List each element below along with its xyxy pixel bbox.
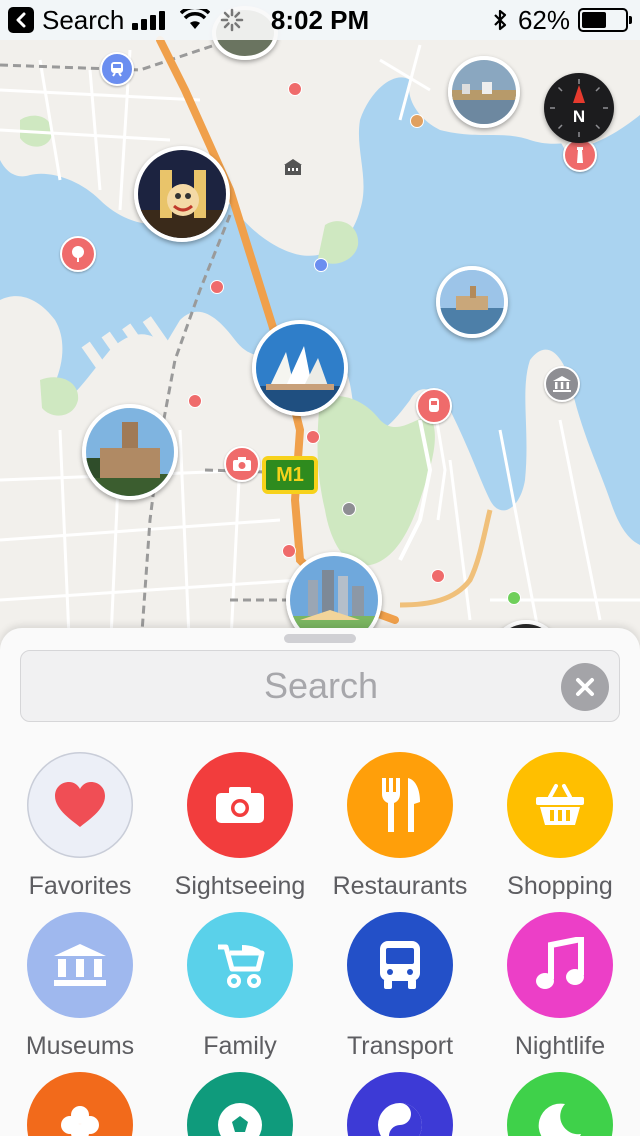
poi-dot[interactable] — [431, 569, 445, 583]
category-label: Museums — [25, 1032, 135, 1060]
camera-icon — [233, 457, 251, 471]
poi-dot[interactable] — [282, 544, 296, 558]
yin-yang-icon — [375, 1100, 425, 1136]
category-category-9[interactable] — [0, 1072, 160, 1136]
category-circle[interactable] — [187, 752, 293, 858]
category-circle[interactable] — [347, 1072, 453, 1136]
category-circle[interactable] — [507, 752, 613, 858]
luna-park-photo-pin[interactable] — [134, 146, 230, 242]
lighthouse-poi[interactable] — [563, 138, 597, 172]
flower-icon — [58, 1103, 102, 1136]
category-label: Favorites — [28, 872, 132, 900]
category-nightlife[interactable]: Nightlife — [480, 912, 640, 1061]
poi-dot[interactable] — [507, 591, 521, 605]
bus-icon — [377, 939, 423, 991]
category-circle[interactable] — [507, 912, 613, 1018]
poi-dot[interactable] — [342, 502, 356, 516]
heart-icon — [53, 781, 107, 829]
poi-dot[interactable] — [210, 280, 224, 294]
category-museums[interactable]: Museums — [0, 912, 160, 1061]
poi-dot[interactable] — [306, 430, 320, 444]
fork-knife-icon — [378, 776, 422, 834]
battery-percent: 62% — [517, 4, 570, 35]
category-label: Sightseeing — [174, 872, 306, 900]
m1-highway-shield: M1 — [262, 456, 318, 494]
opera-house-photo-pin[interactable] — [252, 320, 348, 416]
close-icon — [576, 678, 594, 696]
lighthouse-icon — [577, 147, 583, 163]
camera-icon — [214, 785, 266, 825]
bottom-sheet[interactable]: Favorites Sightseeing Restaurants Shopping M… — [0, 628, 640, 1136]
school-poi[interactable] — [276, 150, 310, 184]
category-circle[interactable] — [27, 752, 133, 858]
fort-denison-photo-pin[interactable] — [436, 266, 508, 338]
category-circle[interactable] — [187, 912, 293, 1018]
category-favorites[interactable]: Favorites — [0, 752, 160, 901]
poi-dot[interactable] — [410, 114, 424, 128]
tram-icon — [429, 398, 439, 412]
category-transport[interactable]: Transport — [320, 912, 480, 1061]
search-bar[interactable] — [20, 650, 621, 722]
park-poi[interactable] — [60, 236, 96, 272]
tree-icon — [72, 246, 84, 262]
bluetooth-icon — [494, 9, 507, 31]
category-label: Shopping — [507, 872, 613, 900]
category-circle[interactable] — [347, 752, 453, 858]
category-family[interactable]: Family — [160, 912, 320, 1061]
category-label: Family — [203, 1032, 277, 1060]
category-restaurants[interactable]: Restaurants — [320, 752, 480, 901]
poi-dot[interactable] — [314, 258, 328, 272]
compass-north-label: N — [572, 107, 586, 126]
lands-building-photo-pin[interactable] — [82, 404, 178, 500]
category-category-11[interactable] — [320, 1072, 480, 1136]
status-right-group: 62% — [492, 0, 632, 40]
train-icon — [111, 62, 123, 77]
category-circle[interactable] — [187, 1072, 293, 1136]
m1-shield-label: M1 — [264, 458, 316, 492]
category-label: Nightlife — [514, 1032, 606, 1060]
category-label: Transport — [346, 1032, 454, 1060]
category-category-12[interactable] — [480, 1072, 640, 1136]
moon-icon — [535, 1100, 585, 1136]
poi-dot[interactable] — [188, 394, 202, 408]
clear-search-button[interactable] — [561, 663, 609, 711]
activity-spinner-icon — [220, 0, 244, 40]
train-station-poi[interactable] — [100, 52, 134, 86]
category-circle[interactable] — [347, 912, 453, 1018]
back-label: Search — [42, 4, 125, 35]
soccer-ball-icon — [215, 1100, 265, 1136]
category-shopping[interactable]: Shopping — [480, 752, 640, 901]
search-input[interactable] — [21, 651, 621, 721]
museum-icon — [553, 376, 571, 392]
compass-button[interactable]: N — [544, 73, 614, 143]
poi-dot[interactable] — [288, 82, 302, 96]
category-circle[interactable] — [27, 1072, 133, 1136]
north-shore-photo-pin[interactable] — [448, 56, 520, 128]
category-label: Restaurants — [332, 872, 468, 900]
category-category-10[interactable] — [160, 1072, 320, 1136]
stroller-icon — [214, 939, 266, 991]
signal-icon — [132, 0, 166, 40]
map-view[interactable]: M1 N — [0, 0, 640, 660]
sheet-grabber-handle[interactable] — [284, 634, 356, 643]
battery-icon — [578, 8, 632, 32]
category-sightseeing[interactable]: Sightseeing — [160, 752, 320, 901]
category-circle[interactable] — [27, 912, 133, 1018]
building-icon — [284, 159, 302, 175]
back-to-search-button[interactable]: Search — [8, 0, 124, 40]
battery-fill — [582, 12, 606, 28]
museum-icon — [52, 942, 108, 988]
category-circle[interactable] — [507, 1072, 613, 1136]
basket-icon — [534, 783, 586, 827]
back-chevron-icon — [8, 7, 34, 33]
museum-poi[interactable] — [544, 366, 580, 402]
sightseeing-poi[interactable] — [224, 446, 260, 482]
music-note-icon — [535, 937, 585, 993]
wifi-icon — [180, 0, 210, 40]
status-bar: Search 8:02 PM 62% — [0, 0, 640, 40]
transit-poi[interactable] — [416, 388, 452, 424]
